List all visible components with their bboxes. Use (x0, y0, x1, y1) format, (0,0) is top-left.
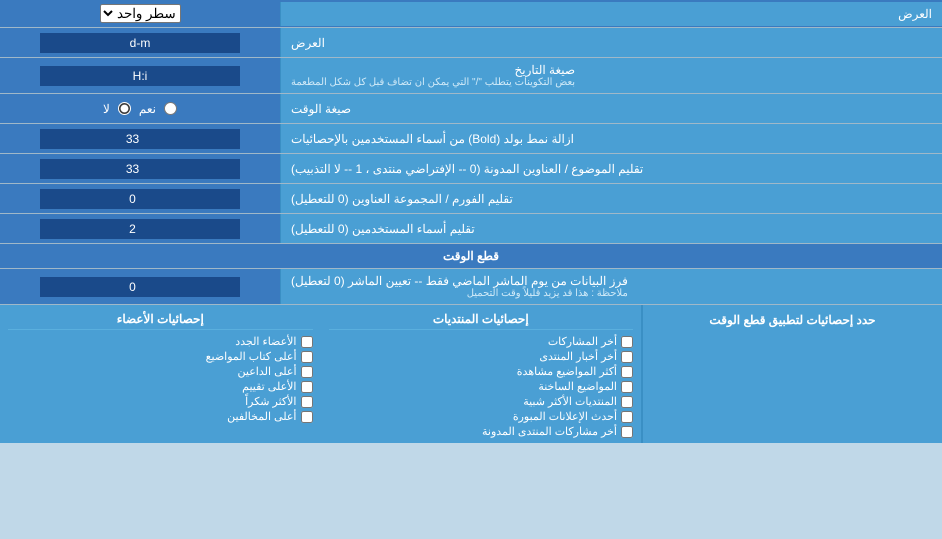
cut-time-label: فرز البيانات من يوم الماشر الماضي فقط --… (280, 269, 942, 304)
subjects-count-row: ازالة نمط بولد (Bold) من أسماء المستخدمي… (0, 124, 942, 154)
check-i3lanat[interactable] (621, 411, 633, 423)
bold-label: صيغة الوقت (280, 94, 942, 123)
display-select[interactable]: سطر واحد سطرين (100, 4, 181, 23)
forum-count-input-wrap (0, 154, 280, 183)
check-item: أخر المشاركات (329, 334, 634, 349)
display-label: العرض (280, 2, 942, 26)
date-format-input[interactable] (40, 33, 240, 53)
bold-yes-radio[interactable] (164, 102, 177, 115)
usernames-count-input[interactable] (40, 189, 240, 209)
check-item: المنتديات الأكثر شبية (329, 394, 634, 409)
check-akhbar-montada[interactable] (621, 351, 633, 363)
check-item: الأعضاء الجدد (8, 334, 313, 349)
time-format-row: صيغة التاريخ بعض التكوينات يتطلب "/" الت… (0, 58, 942, 94)
check-akhir-msharkaat-montada[interactable] (621, 426, 633, 438)
time-format-label: صيغة التاريخ بعض التكوينات يتطلب "/" الت… (280, 58, 942, 93)
cut-time-input-wrap (0, 269, 280, 304)
display-input-wrap: سطر واحد سطرين (0, 1, 280, 26)
date-format-input-wrap (0, 28, 280, 57)
bold-input-wrap: نعم لا (0, 94, 280, 123)
check-item: المواضيع الساخنة (329, 379, 634, 394)
check-item: أكثر المواضيع مشاهدة (329, 364, 634, 379)
check-item: الأعلى تقييم (8, 379, 313, 394)
date-format-row: العرض (0, 28, 942, 58)
check-item: أعلى الداعين (8, 364, 313, 379)
check-a3la-takyeem[interactable] (301, 381, 313, 393)
cut-time-input[interactable] (40, 277, 240, 297)
forum-count-row: تقليم الموضوع / العناوين المدونة (0 -- ا… (0, 154, 942, 184)
check-item: أخر أخبار المنتدى (329, 349, 634, 364)
bold-yes-label: نعم (139, 102, 156, 116)
cells-space-input-wrap (0, 214, 280, 243)
check-a3la-kotab[interactable] (301, 351, 313, 363)
usernames-count-input-wrap (0, 184, 280, 213)
cells-space-label: تقليم أسماء المستخدمين (0 للتعطيل) (280, 214, 942, 243)
stats-col1-header: إحصائيات المنتديات (329, 309, 634, 330)
stats-col1: إحصائيات المنتديات أخر المشاركات أخر أخب… (321, 305, 643, 443)
forum-count-label: تقليم الموضوع / العناوين المدونة (0 -- ا… (280, 154, 942, 183)
check-montadiaat-akthar[interactable] (621, 396, 633, 408)
check-a3la-da3een[interactable] (301, 366, 313, 378)
check-item: أعلى كتاب المواضيع (8, 349, 313, 364)
main-container: العرض سطر واحد سطرين العرض صيغة التاريخ … (0, 0, 942, 443)
stats-section-label: حدد إحصائيات لتطبيق قطع الوقت (642, 305, 942, 443)
time-format-input-wrap (0, 58, 280, 93)
bold-radio-group: نعم لا (97, 100, 183, 118)
usernames-count-row: تقليم الفورم / المجموعة العناوين (0 للتع… (0, 184, 942, 214)
cells-space-input[interactable] (40, 219, 240, 239)
bold-row: صيغة الوقت نعم لا (0, 94, 942, 124)
subjects-count-label: ازالة نمط بولد (Bold) من أسماء المستخدمي… (280, 124, 942, 153)
date-format-label: العرض (280, 28, 942, 57)
check-item: أعلى المخالفين (8, 409, 313, 424)
stats-section: حدد إحصائيات لتطبيق قطع الوقت إحصائيات ا… (0, 305, 942, 443)
check-mwadee3-sakha[interactable] (621, 381, 633, 393)
cut-time-header: قطع الوقت (0, 244, 942, 269)
display-row: العرض سطر واحد سطرين (0, 0, 942, 28)
stats-checks-wrap: إحصائيات المنتديات أخر المشاركات أخر أخب… (0, 305, 642, 443)
check-a3la-mokhalf[interactable] (301, 411, 313, 423)
check-akhir-msharkaat[interactable] (621, 336, 633, 348)
check-item: الأكثر شكراً (8, 394, 313, 409)
bold-no-radio[interactable] (118, 102, 131, 115)
subjects-count-input[interactable] (40, 129, 240, 149)
cells-space-row: تقليم أسماء المستخدمين (0 للتعطيل) (0, 214, 942, 244)
stats-col2-header: إحصائيات الأعضاء (8, 309, 313, 330)
usernames-count-label: تقليم الفورم / المجموعة العناوين (0 للتع… (280, 184, 942, 213)
time-format-input[interactable] (40, 66, 240, 86)
forum-count-input[interactable] (40, 159, 240, 179)
check-item: أخر مشاركات المنتدى المدونة (329, 424, 634, 439)
check-a3daa-jodod[interactable] (301, 336, 313, 348)
check-akthar-shokran[interactable] (301, 396, 313, 408)
stats-col2: إحصائيات الأعضاء الأعضاء الجدد أعلى كتاب… (0, 305, 321, 443)
check-aktar-mwadee3[interactable] (621, 366, 633, 378)
bold-no-label: لا (103, 102, 110, 116)
subjects-count-input-wrap (0, 124, 280, 153)
cut-time-row: فرز البيانات من يوم الماشر الماضي فقط --… (0, 269, 942, 305)
check-item: أحدث الإعلانات المبورة (329, 409, 634, 424)
